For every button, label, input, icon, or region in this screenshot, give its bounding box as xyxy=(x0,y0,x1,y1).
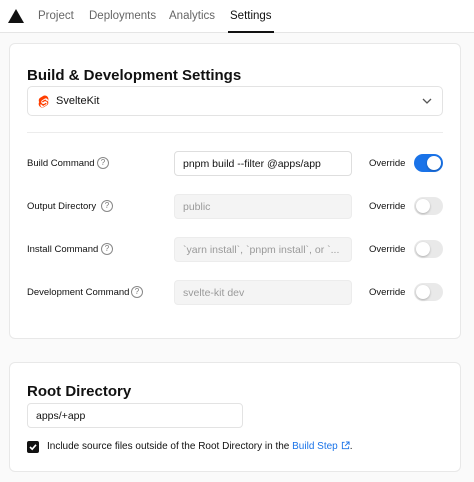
help-icon[interactable]: ? xyxy=(101,200,113,212)
active-tab-indicator xyxy=(228,31,274,33)
override-label: Override xyxy=(369,244,406,255)
help-icon[interactable]: ? xyxy=(97,157,109,169)
include-source-checkbox[interactable] xyxy=(27,441,39,453)
tab-project[interactable]: Project xyxy=(38,9,74,23)
external-link-icon[interactable] xyxy=(341,441,350,450)
override-label: Override xyxy=(369,287,406,298)
install-command-input[interactable]: `yarn install`, `pnpm install`, or `... xyxy=(174,237,352,262)
build-command-input[interactable]: pnpm build --filter @apps/app xyxy=(174,151,352,176)
top-nav: Project Deployments Analytics Settings xyxy=(0,0,474,33)
build-settings-card: Build & Development Settings SvelteKit B… xyxy=(9,43,461,339)
period-text: . xyxy=(349,441,353,452)
check-icon xyxy=(29,444,37,451)
development-command-input[interactable]: svelte-kit dev xyxy=(174,280,352,305)
build-step-link[interactable]: Build Step xyxy=(292,441,338,452)
root-directory-card: Root Directory apps/+app Include source … xyxy=(9,362,461,472)
tab-analytics[interactable]: Analytics xyxy=(169,9,215,23)
root-directory-input[interactable]: apps/+app xyxy=(27,403,243,428)
build-command-override-toggle[interactable] xyxy=(414,154,443,172)
override-label: Override xyxy=(369,158,406,169)
override-label: Override xyxy=(369,201,406,212)
tab-settings[interactable]: Settings xyxy=(230,9,272,23)
install-command-override-toggle[interactable] xyxy=(414,240,443,258)
chevron-down-icon xyxy=(422,98,432,104)
root-directory-title: Root Directory xyxy=(27,383,132,400)
help-icon[interactable]: ? xyxy=(101,243,113,255)
divider xyxy=(27,132,443,133)
development-command-label: Development Command xyxy=(27,287,130,298)
tab-deployments[interactable]: Deployments xyxy=(89,9,156,23)
help-icon[interactable]: ? xyxy=(131,286,143,298)
install-command-label: Install Command xyxy=(27,244,99,255)
development-command-override-toggle[interactable] xyxy=(414,283,443,301)
output-directory-label: Output Directory xyxy=(27,201,97,212)
vercel-logo-icon[interactable] xyxy=(8,9,24,23)
include-source-text: Include source files outside of the Root… xyxy=(47,441,353,452)
framework-label: SvelteKit xyxy=(56,95,100,107)
build-command-label: Build Command xyxy=(27,158,95,169)
svelte-icon xyxy=(38,95,49,108)
build-settings-title: Build & Development Settings xyxy=(27,67,242,84)
include-source-label: Include source files outside of the Root… xyxy=(47,441,293,452)
output-directory-override-toggle[interactable] xyxy=(414,197,443,215)
output-directory-input[interactable]: public xyxy=(174,194,352,219)
framework-select[interactable]: SvelteKit xyxy=(27,86,443,116)
